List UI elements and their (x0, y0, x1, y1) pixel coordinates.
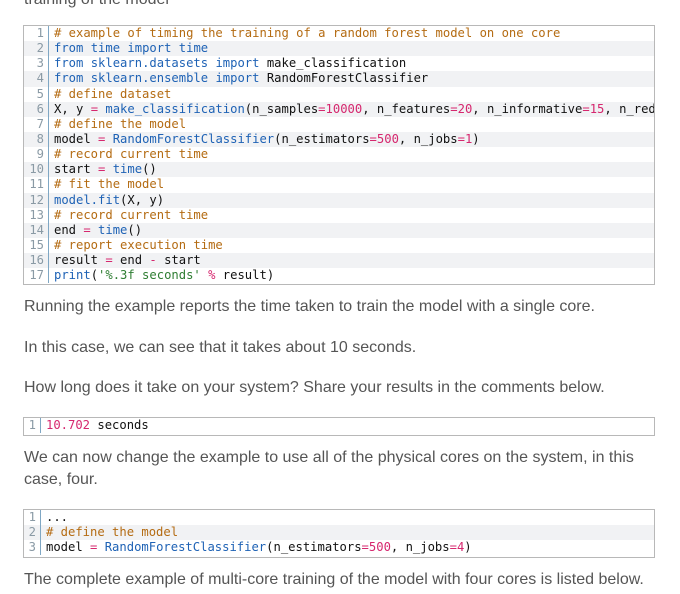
code-line: 16 result = end - start (24, 253, 654, 269)
code-text: # fit the model (54, 177, 165, 192)
code-text: X, y = make_classification(n_samples=100… (54, 101, 654, 116)
code-line: 3 model = RandomForestClassifier(n_estima… (24, 540, 654, 556)
paragraph-share-results: How long does it take on your system? Sh… (24, 379, 605, 396)
line-number: 2 (24, 525, 41, 541)
line-number: 12 (24, 192, 49, 208)
code-line: 4 from sklearn.ensemble import RandomFore… (24, 71, 654, 87)
code-block-four-cores[interactable]: 1... 2 # define the model 3 model = RandomFo… (23, 509, 655, 558)
line-number: 8 (24, 131, 49, 148)
code-text: # record current time (54, 147, 209, 162)
code-text: # report execution time (54, 237, 223, 252)
line-number: 15 (24, 237, 49, 254)
line-number: 14 (24, 222, 49, 238)
code-text: model = RandomForestClassifier(n_estimat… (46, 540, 472, 555)
code-text: # record current time (54, 207, 209, 222)
code-text: # example of timing the training of a ra… (54, 26, 561, 40)
code-text: 10.702 seconds (46, 418, 149, 432)
code-text: start = time() (54, 162, 157, 177)
code-line: 11 # fit the model (24, 177, 654, 193)
code-line: 1 10.702 seconds (24, 418, 654, 434)
code-line: 2 from time import time (24, 41, 654, 57)
line-number: 16 (24, 253, 49, 269)
code-line: 9 # record current time (24, 147, 654, 163)
line-number: 10 (24, 162, 49, 178)
code-line: 2 # define the model (24, 525, 654, 541)
paragraph-change-example: We can now change the example to use all… (24, 449, 634, 488)
line-number: 3 (24, 540, 41, 556)
code-text: from time import time (54, 41, 209, 56)
line-number: 6 (24, 101, 49, 117)
code-line: 1 # example of timing the training of a r… (24, 26, 654, 42)
line-number: 3 (24, 56, 49, 72)
code-line: 5 # define dataset (24, 86, 654, 102)
code-line: 14 end = time() (24, 222, 654, 238)
line-number: 13 (24, 207, 49, 223)
code-line: 15 # report execution time (24, 237, 654, 254)
code-text: ... (46, 510, 69, 524)
code-block-output[interactable]: 1 10.702 seconds (23, 417, 655, 436)
code-line: 8 model = RandomForestClassifier(n_estima… (24, 131, 654, 148)
code-text: from sklearn.datasets import make_classi… (54, 56, 407, 71)
code-line: 1... (24, 510, 654, 526)
code-text: print('%.3f seconds' % result) (54, 268, 275, 283)
line-number: 1 (24, 26, 49, 42)
code-line: 3 from sklearn.datasets import make_class… (24, 56, 654, 72)
line-number: 2 (24, 41, 49, 57)
paragraph-ten-seconds: In this case, we can see that it takes a… (24, 339, 417, 356)
line-number: 1 (24, 510, 41, 526)
code-line: 17 print('%.3f seconds' % result) (24, 268, 654, 284)
line-number: 4 (24, 71, 49, 87)
code-text: from sklearn.ensemble import RandomFores… (54, 71, 429, 86)
line-number: 7 (24, 116, 49, 132)
truncated-heading-text: training of the model (24, 0, 169, 9)
line-number: 11 (24, 177, 49, 193)
code-text: # define dataset (54, 86, 172, 101)
code-text: model = RandomForestClassifier(n_estimat… (54, 131, 480, 146)
code-text: model.fit(X, y) (54, 192, 165, 207)
paragraph-complete-example: The complete example of multi-core train… (24, 571, 644, 588)
code-text: # define the model (46, 525, 179, 540)
line-number: 17 (24, 268, 49, 284)
code-text: result = end - start (54, 253, 201, 268)
code-line: 12 model.fit(X, y) (24, 192, 654, 208)
code-text: # define the model (54, 116, 187, 131)
code-line: 13 # record current time (24, 207, 654, 223)
line-number: 9 (24, 147, 49, 163)
code-block-single-core[interactable]: 1 # example of timing the training of a r… (23, 25, 655, 285)
line-number: 5 (24, 86, 49, 102)
paragraph-running-example: Running the example reports the time tak… (24, 298, 595, 315)
code-line: 10 start = time() (24, 162, 654, 178)
code-line: 6 X, y = make_classification(n_samples=10… (24, 101, 654, 117)
code-text: end = time() (54, 222, 143, 237)
code-line: 7 # define the model (24, 116, 654, 132)
line-number: 1 (24, 418, 41, 434)
